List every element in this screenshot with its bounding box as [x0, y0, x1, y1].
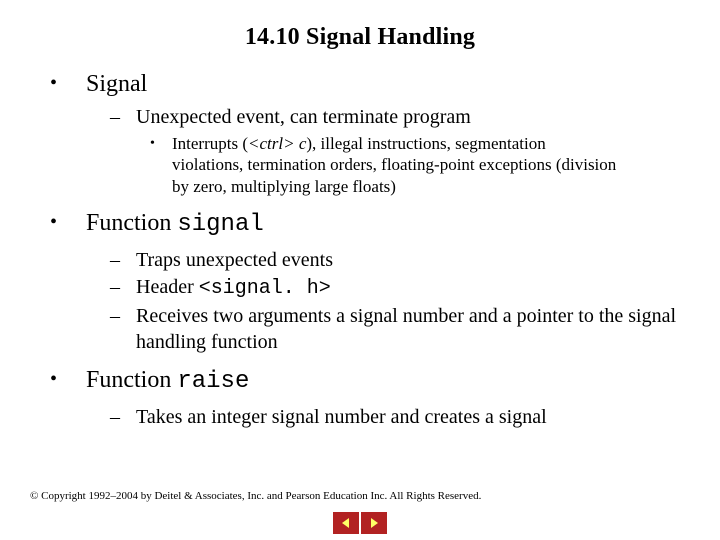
subbullet-raise-desc: – Takes an integer signal number and cre… [110, 405, 680, 431]
next-button[interactable] [361, 512, 387, 534]
slide-title: 14.10 Signal Handling [0, 0, 720, 69]
dash-icon: – [110, 304, 136, 355]
bullet-dot-icon: • [50, 365, 86, 397]
dash-icon: – [110, 248, 136, 274]
text-frag: Function [86, 367, 177, 393]
arrow-right-icon [367, 516, 381, 530]
nav-controls [333, 512, 387, 534]
ctrl-italic: <ctrl> [248, 134, 295, 153]
bullet-dot-icon: • [50, 208, 86, 240]
subbullet-text: Unexpected event, can terminate program [136, 105, 680, 131]
dash-icon: – [110, 105, 136, 131]
slide-body: • Signal – Unexpected event, can termina… [0, 69, 720, 431]
subbullet-signal-desc: – Unexpected event, can terminate progra… [110, 105, 680, 131]
code-signal-h: <signal. h> [199, 277, 331, 300]
bullet-signal: • Signal [50, 69, 680, 99]
subbullet-header: – Header <signal. h> [110, 275, 680, 302]
text-frag: Header [136, 276, 199, 298]
copyright-text: © Copyright 1992–2004 by Deitel & Associ… [30, 490, 481, 502]
arrow-left-icon [339, 516, 353, 530]
bullet-text: Signal [86, 69, 680, 99]
subbullet-text: Header <signal. h> [136, 275, 680, 302]
subsubbullet-interrupts: • Interrupts (<ctrl> c), illegal instruc… [150, 133, 620, 198]
subbullet-receives: – Receives two arguments a signal number… [110, 304, 680, 355]
bullet-dot-icon: • [50, 69, 86, 99]
bullet-dot-icon: • [150, 133, 172, 198]
code-raise: raise [177, 368, 249, 395]
dash-icon: – [110, 405, 136, 431]
subbullet-text: Receives two arguments a signal number a… [136, 304, 680, 355]
bullet-function-raise: • Function raise [50, 365, 680, 397]
subbullet-traps: – Traps unexpected events [110, 248, 680, 274]
bullet-text: Function signal [86, 208, 680, 240]
subsubbullet-text: Interrupts (<ctrl> c), illegal instructi… [172, 133, 620, 198]
dash-icon: – [110, 275, 136, 302]
text-frag: Function [86, 210, 177, 236]
bullet-text: Function raise [86, 365, 680, 397]
code-signal: signal [177, 211, 263, 238]
prev-button[interactable] [333, 512, 359, 534]
c-italic: c [295, 134, 307, 153]
text-frag: Interrupts ( [172, 134, 248, 153]
subbullet-text: Takes an integer signal number and creat… [136, 405, 680, 431]
subbullet-text: Traps unexpected events [136, 248, 680, 274]
bullet-function-signal: • Function signal [50, 208, 680, 240]
